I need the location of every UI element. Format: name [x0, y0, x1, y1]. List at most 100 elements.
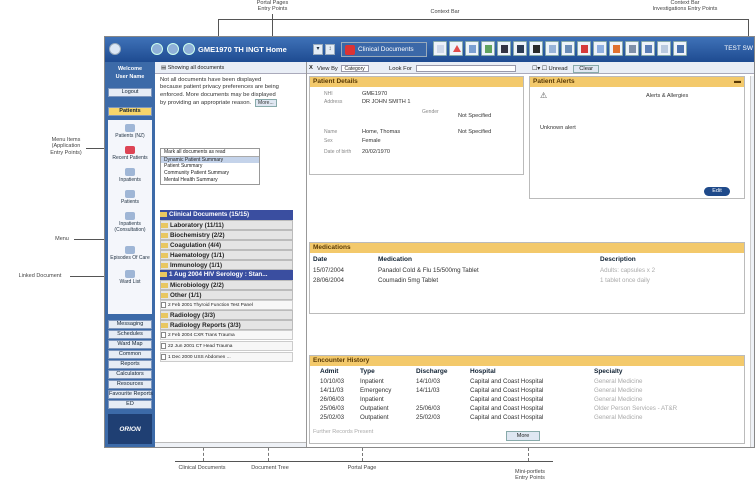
linked-document[interactable]: 2 Feb 2004 CXR Trans Trauma — [160, 330, 293, 340]
view-by-label: View By — [317, 66, 338, 73]
encounter-discharge-cell: 25/06/03 — [416, 405, 441, 412]
menu-item-inpatients-consultation[interactable]: Inpatients (Consultation) — [108, 212, 152, 233]
menu-item-patients-nz[interactable]: Patients (NZ) — [108, 124, 152, 139]
close-filter-icon[interactable]: X — [309, 65, 313, 71]
edit-alerts-button[interactable]: Edit — [704, 187, 730, 196]
medication-medication-cell[interactable]: Coumadin 5mg Tablet — [378, 277, 438, 284]
calendar-icon[interactable] — [497, 41, 511, 56]
medication-medication-cell[interactable]: Panadol Cold & Flu 15/500mg Tablet — [378, 267, 479, 274]
globe-icon[interactable] — [151, 43, 163, 55]
encounter-specialty-cell: General Medicine — [594, 396, 643, 403]
menu-calculators[interactable]: Calculators — [108, 370, 152, 379]
logout-button[interactable]: Logout — [108, 88, 152, 97]
tree-folder[interactable]: Radiology Reports (3/3) — [160, 320, 293, 330]
tools-icon[interactable] — [625, 41, 639, 56]
menu-favourite-reports[interactable]: Favourite Reports — [108, 390, 153, 399]
document-icon — [345, 45, 355, 55]
menu-item-patients[interactable]: Patients — [108, 190, 152, 205]
linked-document[interactable]: 1 Aug 2004 HIV Serology : Stan... — [160, 270, 293, 280]
linked-document[interactable]: 2 Feb 2001 Thyroid Function Test Panel — [160, 300, 293, 310]
menu-mental-health-summary[interactable]: Mental Health Summary — [161, 177, 259, 184]
report-icon[interactable] — [545, 41, 559, 56]
encounter-specialty-cell: General Medicine — [594, 414, 643, 421]
filter-options-icon[interactable]: ☐▾ — [532, 66, 542, 72]
tree-label: Coagulation (4/4) — [170, 242, 222, 249]
refresh-icon[interactable] — [167, 43, 179, 55]
document-filter-icon[interactable]: ▤ — [161, 65, 168, 71]
help-icon[interactable] — [673, 41, 687, 56]
tree-label: 1 Aug 2004 HIV Serology : Stan... — [169, 271, 268, 278]
tree-folder[interactable]: Laboratory (11/11) — [160, 220, 293, 230]
trend-icon[interactable] — [593, 41, 607, 56]
folder-icon — [160, 271, 167, 277]
tree-folder[interactable]: Biochemistry (2/2) — [160, 230, 293, 240]
folder-icon — [161, 262, 168, 268]
document-icon — [161, 331, 166, 338]
callout-tick-portal — [272, 14, 273, 36]
folder-icon — [160, 211, 167, 217]
unread-checkbox[interactable]: ☐ — [542, 66, 549, 72]
chart-icon[interactable] — [529, 41, 543, 56]
menu-dynamic-patient-summary[interactable]: Dynamic Patient Summary — [161, 156, 259, 163]
look-for-label: Look For — [389, 66, 412, 73]
menu-mark-all-read[interactable]: Mark all documents as read — [161, 149, 259, 156]
monitor-icon[interactable] — [513, 41, 527, 56]
menu-resources[interactable]: Resources — [108, 380, 152, 389]
tab-patients[interactable]: Patients — [108, 107, 152, 116]
edit-icon[interactable] — [641, 41, 655, 56]
linked-document[interactable]: 1 Dec 2000 USS Abdomen ... — [160, 352, 293, 362]
alert-icon[interactable] — [449, 41, 463, 56]
tree-folder[interactable]: Coagulation (4/4) — [160, 240, 293, 250]
minimize-icon[interactable]: ▬ — [734, 78, 741, 85]
menu-ward-map[interactable]: Ward Map — [108, 340, 152, 349]
print-icon[interactable] — [561, 41, 575, 56]
history-icon[interactable] — [657, 41, 671, 56]
menu-community-patient-summary[interactable]: Community Patient Summary — [161, 170, 259, 177]
encounter-type-cell: Emergency — [360, 387, 392, 394]
menu-item-episodes-of-care[interactable]: Episodes Of Care — [108, 246, 152, 261]
clinical-documents-tab[interactable]: Clinical Documents — [341, 42, 427, 57]
view-by-select[interactable]: Category — [341, 65, 370, 72]
episodes-icon — [125, 246, 135, 254]
notes-icon[interactable] — [433, 41, 447, 56]
encounter-more-button[interactable]: More — [506, 431, 540, 441]
encounter-type-cell: Outpatient — [360, 405, 389, 412]
horizontal-scrollbar[interactable] — [155, 442, 306, 447]
callout-context-bar-entry: Context Bar Investigations Entry Points — [652, 0, 718, 13]
menu-item-recent-patients[interactable]: Recent Patients — [108, 146, 152, 161]
tree-folder[interactable]: Haematology (1/1) — [160, 250, 293, 260]
menu-common[interactable]: Common — [108, 350, 152, 359]
menu-ed[interactable]: ED — [108, 400, 152, 409]
pharmacy-icon[interactable] — [481, 41, 495, 56]
clear-button[interactable]: Clear — [573, 65, 600, 73]
patient-icon[interactable] — [183, 43, 195, 55]
vertical-scrollbar[interactable] — [750, 76, 754, 447]
menu-messaging[interactable]: Messaging — [108, 320, 152, 329]
more-button[interactable]: More... — [254, 99, 277, 108]
menu-patient-summary[interactable]: Patient Summary — [161, 163, 259, 170]
tree-folder[interactable]: Microbiology (2/2) — [160, 280, 293, 290]
tree-label: Clinical Documents (15/15) — [169, 211, 250, 218]
menu-item-ward-list[interactable]: Ward List — [108, 270, 152, 285]
look-for-input[interactable] — [415, 65, 516, 72]
tree-folder[interactable]: Other (1/1) — [160, 290, 293, 300]
patient-dropdown-icon[interactable]: ▾ — [313, 44, 323, 55]
callout-line-menu — [74, 239, 104, 240]
encounter-admit-cell: 14/11/03 — [320, 387, 344, 394]
home-icon[interactable] — [109, 43, 121, 55]
tree-folder[interactable]: Immunology (1/1) — [160, 260, 293, 270]
callout-portal-pages-entry: Portal Pages Entry Points — [256, 0, 289, 13]
tree-folder[interactable]: Clinical Documents (15/15) — [160, 210, 293, 220]
menu-reports[interactable]: Reports — [108, 360, 152, 369]
menu-schedules[interactable]: Schedules — [108, 330, 152, 339]
tree-folder[interactable]: Radiology (3/3) — [160, 310, 293, 320]
patient-banner[interactable]: GME1970 TH INGT Home — [198, 45, 287, 54]
red-flag-icon[interactable] — [577, 41, 591, 56]
patient-switch-icon[interactable]: ↕ — [325, 44, 335, 55]
medication-icon[interactable] — [609, 41, 623, 56]
encounter-history-title: Encounter History — [310, 356, 744, 366]
lab-icon[interactable] — [465, 41, 479, 56]
menu-item-inpatients[interactable]: Inpatients — [108, 168, 152, 183]
medication-desc-cell: Adults: capsules x 2 — [600, 267, 656, 274]
linked-document[interactable]: 22 Jun 2001 CT Head Trauma — [160, 341, 293, 351]
